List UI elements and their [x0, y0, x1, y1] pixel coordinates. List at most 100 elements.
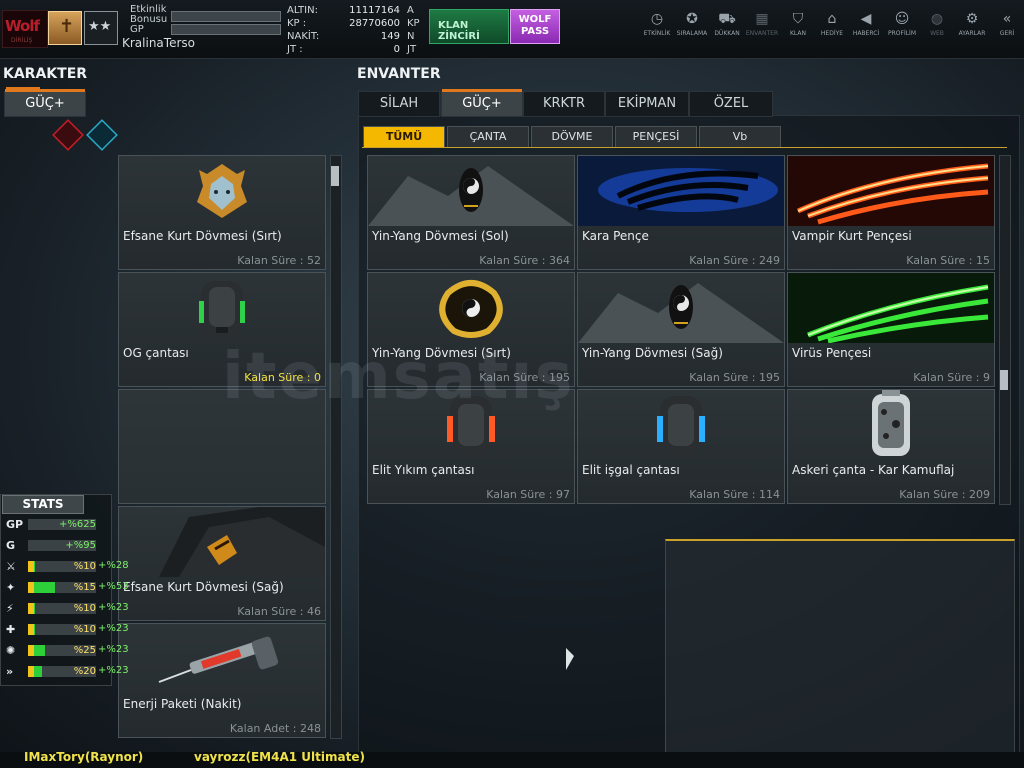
item-card[interactable]: Efsane Kurt Dövmesi (Sırt) Kalan Süre : 5…	[118, 155, 326, 270]
menu-item[interactable]: ⌂ HEDİYE	[815, 10, 849, 38]
gear-icon: ⚙	[965, 11, 979, 27]
stat-bar: %10	[28, 624, 96, 635]
menu-item-label: PROFİLİM	[887, 30, 917, 37]
stat-icon: ⚡	[6, 602, 14, 615]
item-card[interactable]: Askeri çanta - Kar Kamuflaj Kalan Süre : …	[787, 389, 995, 504]
stat-row: GP +%625	[0, 518, 140, 531]
envanter-scroll-thumb[interactable]	[1000, 370, 1008, 390]
currency-label: NAKİT:	[287, 31, 320, 42]
item-image	[788, 390, 994, 460]
stat-value: %10	[73, 603, 96, 614]
menu-item[interactable]: ◍ WEB	[920, 10, 954, 38]
menu-item[interactable]: ⛉ KLAN	[781, 10, 815, 38]
player-name-1[interactable]: IMaxTory(Raynor)	[24, 750, 143, 764]
stat-bar: +%95	[28, 540, 96, 551]
subtab-envanter[interactable]: DÖVME	[531, 126, 613, 148]
menu-item[interactable]: ⚙ AYARLAR	[955, 10, 989, 38]
currency-label: KP :	[287, 18, 307, 29]
subtab-envanter[interactable]: TÜMÜ	[363, 126, 445, 148]
stat-fill-bonus	[34, 561, 35, 572]
gift-icon: ⌂	[827, 11, 837, 27]
currency-label: JT :	[287, 44, 303, 55]
menu-item[interactable]: ✪ SIRALAMA	[675, 10, 709, 38]
event-bonus-label: Etkinlik Bonusu	[130, 4, 168, 25]
stat-value: %15	[73, 582, 96, 593]
item-name: OG çantası	[123, 346, 189, 360]
item-image	[578, 156, 784, 226]
attack-mode-icon[interactable]	[52, 119, 84, 151]
envanter-scrollbar[interactable]	[999, 155, 1011, 505]
item-time: Kalan Adet : 248	[229, 722, 321, 735]
item-card[interactable]: Kara Pençe Kalan Süre : 249	[577, 155, 785, 270]
stat-row: ⚔ %10 +%28	[0, 560, 140, 573]
klan-chain-button[interactable]: KLAN ZİNCİRİ	[429, 9, 509, 44]
stats-title: STATS	[2, 495, 84, 514]
tab-envanter[interactable]: SİLAH	[358, 91, 440, 117]
megaphone-icon: ◀	[860, 11, 872, 27]
karakter-scrollbar[interactable]	[330, 155, 342, 739]
item-image	[119, 624, 325, 694]
globe-icon: ◍	[930, 11, 944, 27]
karakter-scroll-thumb[interactable]	[331, 166, 339, 186]
currency-unit: A	[407, 5, 414, 16]
subtab-envanter[interactable]: ÇANTA	[447, 126, 529, 148]
wolf-pass-button[interactable]: WOLF PASS	[510, 9, 560, 44]
stars-icon[interactable]: ★★	[84, 11, 118, 45]
stat-bonus: +%23	[98, 644, 129, 655]
item-name: Yin-Yang Dövmesi (Sağ)	[582, 346, 723, 360]
tab-envanter[interactable]: KRKTR	[523, 91, 605, 117]
item-image	[578, 273, 784, 343]
player-name-2[interactable]: vayrozz(EM4A1 Ultimate)	[194, 750, 365, 764]
item-card[interactable]: Virüs Pençesi Kalan Süre : 9	[787, 272, 995, 387]
item-time: Kalan Süre : 114	[689, 488, 780, 501]
stat-bonus: +%23	[98, 623, 129, 634]
subtab-divider	[362, 147, 1007, 148]
tab-karakter-guc[interactable]: GÜÇ+	[4, 89, 86, 117]
stat-row: » %20 +%23	[0, 665, 140, 678]
event-bonus-bar	[171, 11, 281, 22]
item-card[interactable]: Yin-Yang Dövmesi (Sağ) Kalan Süre : 195	[577, 272, 785, 387]
currency-unit: KP	[407, 18, 420, 29]
menu-item[interactable]: ▦ ENVANTER	[745, 10, 779, 38]
item-image	[368, 156, 574, 226]
stat-row: ✦ %15 +%53	[0, 581, 140, 594]
item-time: Kalan Süre : 46	[237, 605, 321, 618]
stat-bar: %20	[28, 666, 96, 677]
medal-icon: ✪	[686, 11, 698, 27]
item-card[interactable]: Enerji Paketi (Nakit) Kalan Adet : 248	[118, 623, 326, 738]
item-card[interactable]: Efsane Kurt Dövmesi (Sağ) Kalan Süre : 46	[118, 506, 326, 621]
stat-fill-bonus	[34, 645, 45, 656]
menu-item[interactable]: ☺ PROFİLİM	[885, 10, 919, 38]
menu-item[interactable]: ◀ HABERCİ	[849, 10, 883, 38]
menu-item[interactable]: ⛟ DÜKKAN	[710, 10, 744, 38]
menu-item[interactable]: « GERİ	[990, 10, 1024, 38]
item-name: Elit işgal çantası	[582, 463, 680, 477]
item-time: Kalan Süre : 364	[479, 254, 570, 267]
menu-item[interactable]: ◷ ETKİNLİK	[640, 10, 674, 38]
item-image	[368, 273, 574, 343]
menu-item-label: KLAN	[789, 30, 806, 37]
stat-value: %10	[73, 561, 96, 572]
rank-icon[interactable]: ✝	[48, 11, 82, 45]
item-card[interactable]: Yin-Yang Dövmesi (Sol) Kalan Süre : 364	[367, 155, 575, 270]
stat-icon: »	[6, 665, 14, 678]
defense-mode-icon[interactable]	[86, 119, 118, 151]
item-card[interactable]: Elit işgal çantası Kalan Süre : 114	[577, 389, 785, 504]
tab-envanter[interactable]: ÖZEL	[689, 91, 773, 117]
item-name: Vampir Kurt Pençesi	[792, 229, 912, 243]
stat-fill-bonus	[34, 666, 42, 677]
tab-envanter[interactable]: EKİPMAN	[605, 91, 689, 117]
gp-bar	[171, 24, 281, 35]
inventory-icon: ▦	[755, 11, 769, 27]
stat-row: ✺ %25 +%23	[0, 644, 140, 657]
tab-envanter[interactable]: GÜÇ+	[441, 89, 523, 117]
stat-bonus: +%23	[98, 665, 129, 676]
subtab-envanter[interactable]: Vb	[699, 126, 781, 148]
item-name: Efsane Kurt Dövmesi (Sırt)	[123, 229, 282, 243]
subtab-envanter[interactable]: PENÇESİ	[615, 126, 697, 148]
stat-value: %20	[73, 666, 96, 677]
item-card[interactable]: Vampir Kurt Pençesi Kalan Süre : 15	[787, 155, 995, 270]
stat-bar: %10	[28, 603, 96, 614]
stat-icon: G	[6, 539, 16, 552]
item-time: Kalan Süre : 209	[899, 488, 990, 501]
